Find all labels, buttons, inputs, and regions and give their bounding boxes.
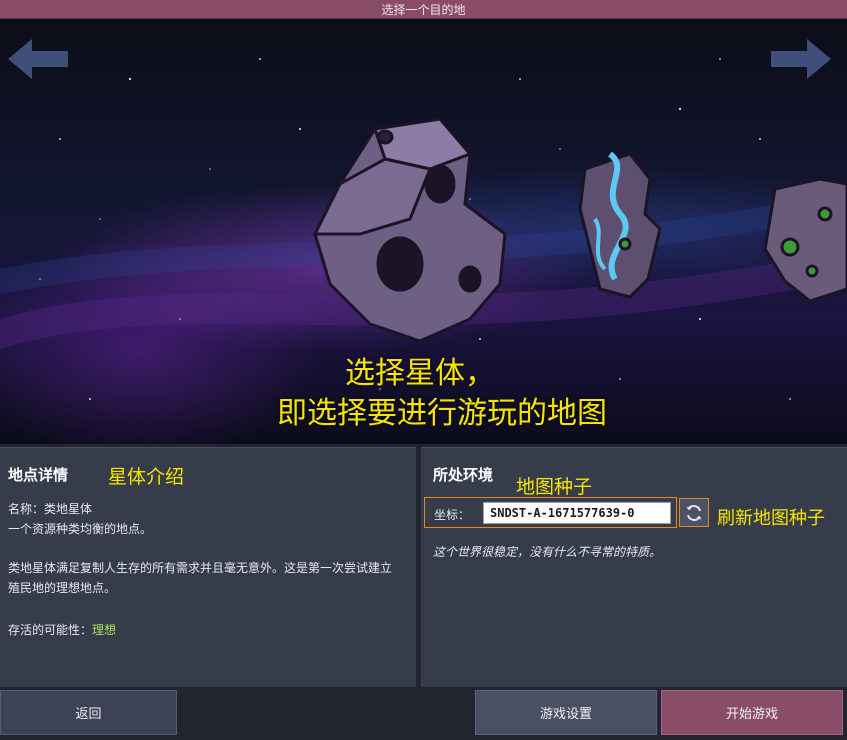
asteroid-subtitle: 一个资源种类均衡的地点。 [8, 522, 153, 536]
hero-annotation-line2: 即选择要进行游玩的地图 [277, 396, 607, 431]
window-title-bar: 选择一个目的地 [0, 0, 847, 19]
asteroid-preview[interactable]: 选择星体， 即选择要进行游玩的地图 [0, 19, 847, 444]
asteroid-name: 名称：类地星体 [8, 502, 93, 516]
asteroid-description: 类地星体满足复制人生存的所有需求并且毫无意外。这是第一次尝试建立殖民地的理想地点… [8, 561, 393, 595]
coordinate-input[interactable]: SNDST-A-1671577639-0 [483, 502, 671, 524]
coordinate-label: 坐标： [434, 508, 471, 522]
survival-value: 理想 [92, 623, 117, 637]
water-asteroid [578, 151, 662, 299]
world-traits-text: 这个世界很稳定，没有什么不寻常的特质。 [433, 545, 662, 559]
next-asteroid-button[interactable] [769, 37, 833, 81]
arrow-right-icon [771, 39, 831, 79]
refresh-annotation: 刷新地图种子 [717, 508, 825, 529]
details-heading: 地点详情 [8, 466, 69, 484]
survival-row: 存活的可能性：理想 [8, 621, 116, 638]
window-title: 选择一个目的地 [381, 2, 466, 17]
start-game-button[interactable]: 开始游戏 [661, 690, 843, 735]
seed-annotation: 地图种子 [516, 476, 593, 498]
back-button[interactable]: 返回 [0, 690, 177, 735]
hero-annotation-line1: 选择星体， [345, 356, 495, 391]
details-annotation: 星体介绍 [108, 466, 185, 488]
coordinate-field-group: 坐标： SNDST-A-1671577639-0 [424, 497, 677, 528]
refresh-icon [686, 504, 702, 521]
survival-label: 存活的可能性： [8, 623, 93, 637]
arrow-left-icon [8, 39, 68, 79]
game-settings-button[interactable]: 游戏设置 [475, 690, 657, 735]
environment-heading: 所处环境 [433, 466, 494, 484]
refresh-seed-button[interactable] [679, 498, 709, 527]
previous-asteroid-button[interactable] [6, 37, 70, 81]
